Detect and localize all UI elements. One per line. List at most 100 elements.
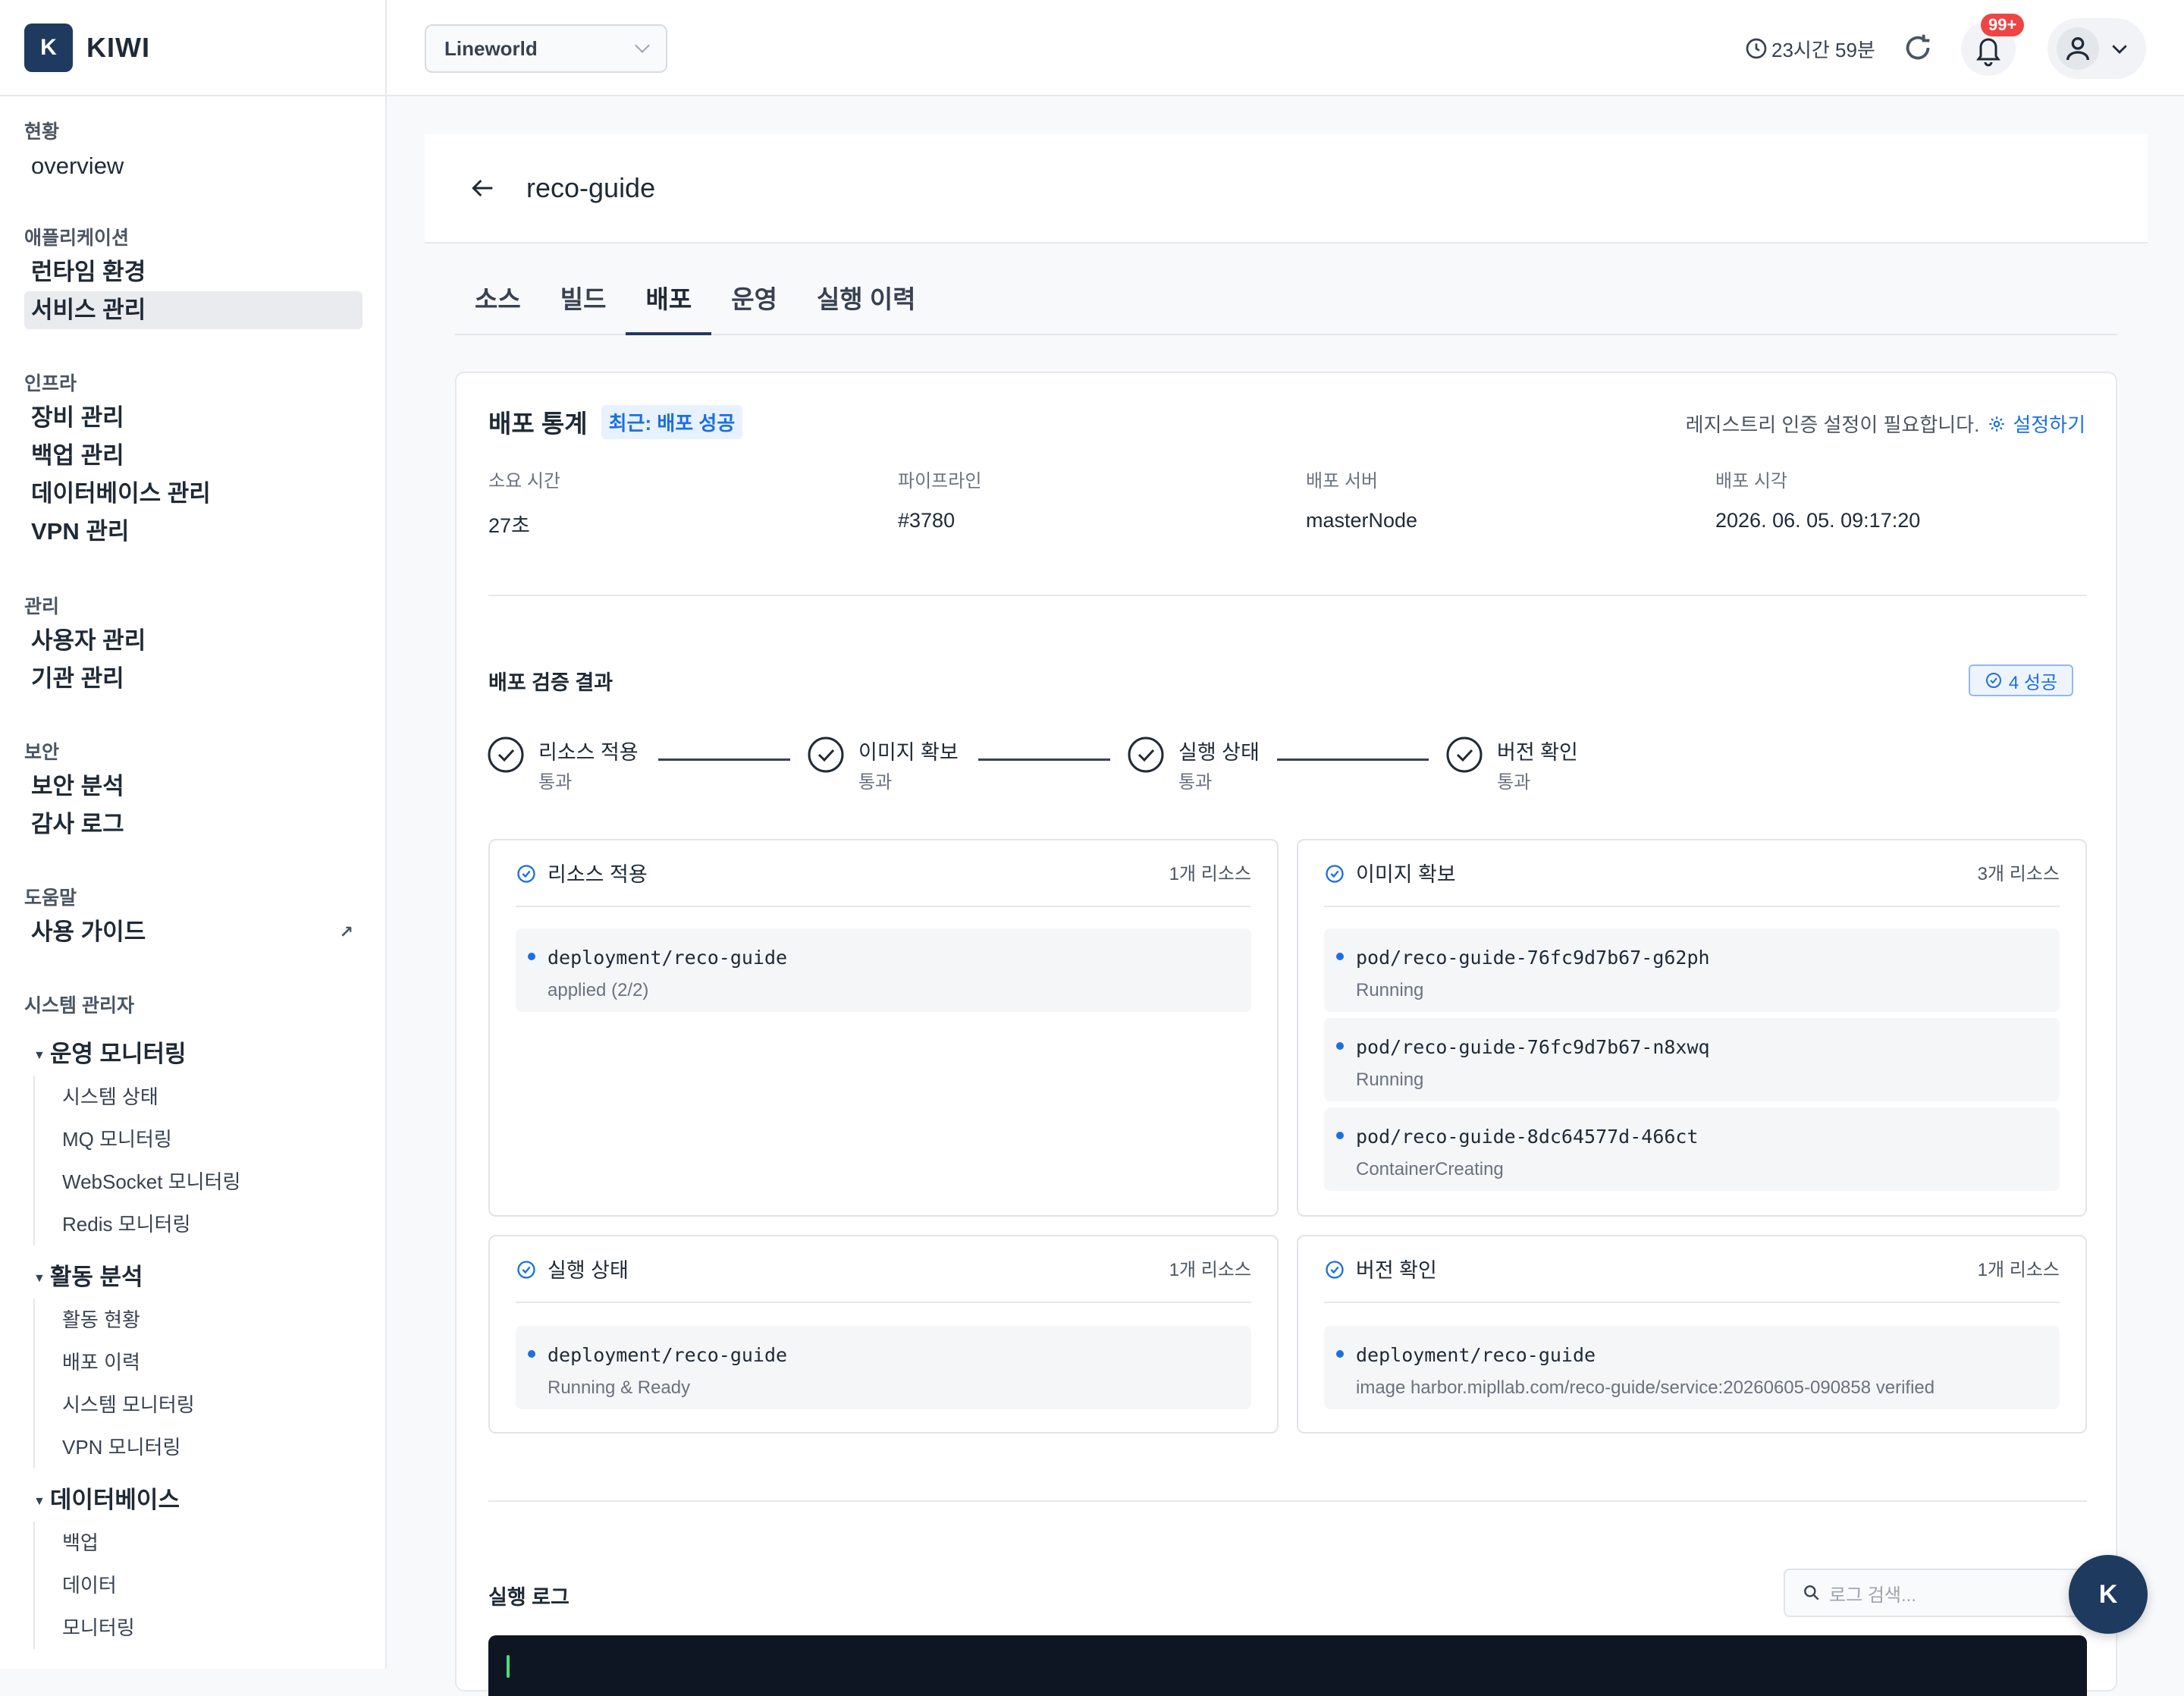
- sidebar-item-runtime[interactable]: 런타임 환경: [24, 253, 362, 291]
- status-badge: 최근: 배포 성공: [601, 404, 743, 439]
- sidebar-item-system-status[interactable]: 시스템 상태: [62, 1076, 240, 1118]
- log-title: 실행 로그: [488, 1586, 570, 1609]
- sidebar-item-overview[interactable]: overview: [24, 147, 362, 185]
- sidebar-item-redis-monitoring[interactable]: Redis 모니터링: [62, 1203, 240, 1245]
- step-name: 리소스 적용: [538, 741, 639, 764]
- step-connector: [1277, 758, 1429, 761]
- sidebar-item-user-guide[interactable]: 사용 가이드 ↗: [24, 913, 362, 951]
- sidebar-item-mq-monitoring[interactable]: MQ 모니터링: [62, 1118, 240, 1161]
- stat-deployed-at: 배포 시각 2026. 06. 05. 09:17:20: [1715, 466, 1920, 532]
- sidebar-item-db-backup[interactable]: 백업: [62, 1522, 180, 1564]
- step-name: 버전 확인: [1497, 741, 1578, 764]
- success-summary: 4 성공: [2008, 672, 2058, 693]
- stat-label: 배포 시각: [1715, 471, 1787, 492]
- assistant-fab-button[interactable]: K: [2069, 1555, 2148, 1634]
- user-icon: [2066, 37, 2089, 61]
- stat-value: 27초: [488, 514, 530, 537]
- logo: K: [24, 23, 73, 72]
- card-image-acquire: 이미지 확보 3개 리소스 pod/reco-guide-76fc9d7b67-…: [1297, 839, 2087, 1217]
- group-toggle-activity-analysis[interactable]: ▼ 활동 분석: [24, 1256, 195, 1299]
- card-count: 1개 리소스: [1169, 1260, 1251, 1280]
- step-run-state: 실행 상태 통과: [1127, 736, 1260, 793]
- card-version-check: 버전 확인 1개 리소스 deployment/reco-guide image…: [1297, 1235, 2087, 1434]
- status-dot: [1336, 953, 1344, 960]
- avatar: [2057, 27, 2099, 70]
- sidebar-item-database[interactable]: 데이터베이스 관리: [24, 475, 362, 513]
- sidebar-item-audit-log[interactable]: 감사 로그: [24, 806, 362, 843]
- back-arrow-icon[interactable]: [467, 173, 497, 203]
- group-toggle-database[interactable]: ▼ 데이터베이스: [24, 1479, 180, 1522]
- sidebar-item-vpn[interactable]: VPN 관리: [24, 513, 362, 551]
- step-connector: [978, 758, 1110, 761]
- log-output[interactable]: [488, 1635, 2087, 1696]
- divider: [488, 1500, 2087, 1502]
- sidebar: K KIWI 현황 overview 애플리케이션 런타임 환경 서비스 관리 …: [0, 0, 387, 1669]
- resource-item: deployment/reco-guide image harbor.mipll…: [1324, 1326, 2060, 1409]
- deploy-stats-title: 배포 통계: [488, 410, 588, 438]
- check-circle-icon: [1446, 737, 1483, 773]
- sidebar-item-activity-status[interactable]: 활동 현황: [62, 1299, 195, 1341]
- sidebar-item-db-monitoring[interactable]: 모니터링: [62, 1606, 180, 1649]
- log-search-input[interactable]: 로그 검색...: [1784, 1569, 2087, 1617]
- check-circle-icon: [517, 865, 535, 883]
- chevron-down-icon: [2112, 45, 2127, 54]
- sidebar-item-equipment[interactable]: 장비 관리: [24, 399, 362, 437]
- nav-section-application: 애플리케이션 런타임 환경 서비스 관리: [24, 223, 362, 329]
- registry-settings-link[interactable]: 설정하기: [1987, 410, 2085, 438]
- stat-label: 배포 서버: [1306, 471, 1378, 492]
- check-circle-icon: [1326, 865, 1344, 883]
- workspace-select[interactable]: Lineworld: [425, 24, 667, 73]
- tab-source[interactable]: 소스: [455, 273, 541, 335]
- step-status: 통과: [858, 772, 893, 793]
- brand[interactable]: K KIWI: [0, 0, 385, 96]
- status-dot: [1336, 1132, 1344, 1139]
- status-dot: [1336, 1350, 1344, 1358]
- refresh-icon[interactable]: [1900, 30, 1935, 65]
- user-menu[interactable]: [2048, 18, 2146, 79]
- resource-name: deployment/reco-guide: [1356, 1344, 1596, 1366]
- step-status: 통과: [1178, 772, 1213, 793]
- sidebar-item-system-monitoring[interactable]: 시스템 모니터링: [62, 1383, 195, 1426]
- sidebar-item-organizations[interactable]: 기관 관리: [24, 660, 362, 698]
- section-label: 보안: [24, 742, 60, 763]
- nav-section-admin: 관리 사용자 관리 기관 관리: [24, 592, 362, 698]
- sidebar-item-db-data[interactable]: 데이터: [62, 1564, 180, 1606]
- sidebar-item-users[interactable]: 사용자 관리: [24, 622, 362, 660]
- check-circle-icon: [1128, 737, 1164, 773]
- section-label: 인프라: [24, 373, 77, 394]
- resource-status: Running: [1356, 1069, 1424, 1090]
- admin-group-activity: ▼ 활동 분석 활동 현황 배포 이력 시스템 모니터링 VPN 모니터링: [24, 1256, 195, 1468]
- sidebar-item-websocket-monitoring[interactable]: WebSocket 모니터링: [62, 1161, 240, 1203]
- tab-deploy[interactable]: 배포: [626, 273, 712, 335]
- card-resource-apply: 리소스 적용 1개 리소스 deployment/reco-guide appl…: [488, 839, 1279, 1217]
- sidebar-item-service-management[interactable]: 서비스 관리: [24, 291, 362, 329]
- sidebar-item-vpn-monitoring[interactable]: VPN 모니터링: [62, 1426, 195, 1468]
- resource-status: ContainerCreating: [1356, 1159, 1504, 1179]
- stat-label: 소요 시간: [488, 471, 560, 492]
- sidebar-item-deploy-history[interactable]: 배포 이력: [62, 1341, 195, 1383]
- section-label: 현황: [24, 121, 60, 143]
- tab-run-history[interactable]: 실행 이력: [797, 273, 936, 335]
- topbar: Lineworld 23시간 59분 99+: [387, 0, 2184, 96]
- resource-name: pod/reco-guide-76fc9d7b67-g62ph: [1356, 947, 1710, 969]
- sidebar-item-backup[interactable]: 백업 관리: [24, 437, 362, 475]
- resource-status: applied (2/2): [548, 980, 649, 1000]
- card-title: 이미지 확보: [1356, 863, 1456, 886]
- tab-build[interactable]: 빌드: [541, 273, 626, 335]
- card-title: 실행 상태: [548, 1259, 629, 1282]
- status-dot: [528, 1350, 535, 1358]
- nav-section-help: 도움말 사용 가이드 ↗: [24, 883, 362, 951]
- registry-link-label: 설정하기: [2013, 413, 2085, 436]
- nav-section-infra: 인프라 장비 관리 백업 관리 데이터베이스 관리 VPN 관리: [24, 369, 362, 551]
- tab-operation[interactable]: 운영: [711, 273, 797, 335]
- caret-down-icon: ▼: [33, 1271, 46, 1285]
- group-toggle-ops-monitoring[interactable]: ▼ 운영 모니터링: [24, 1033, 240, 1076]
- sub-list: 백업 데이터 모니터링: [33, 1522, 180, 1649]
- resource-item: deployment/reco-guide Running & Ready: [516, 1326, 1251, 1409]
- section-label: 시스템 관리자: [24, 995, 134, 1016]
- deploy-panel: 배포 통계 최근: 배포 성공 레지스트리 인증 설정이 필요합니다. 설정하기…: [455, 372, 2117, 1696]
- sidebar-item-security-analysis[interactable]: 보안 분석: [24, 768, 362, 806]
- card-header: 이미지 확보 3개 리소스: [1324, 863, 2060, 907]
- nav-section-system-admin: 시스템 관리자: [24, 991, 134, 1021]
- sub-list: 활동 현황 배포 이력 시스템 모니터링 VPN 모니터링: [33, 1299, 195, 1468]
